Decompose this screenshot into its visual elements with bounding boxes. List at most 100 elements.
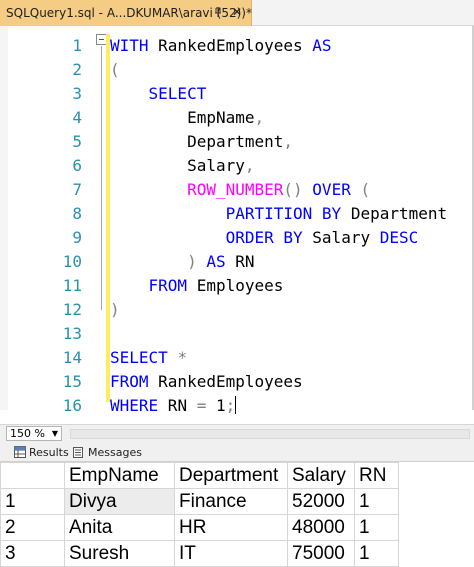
code-token: ROW_NUMBER [187, 180, 284, 199]
code-token: , [254, 108, 265, 127]
code-line[interactable]: ) AS RN [110, 250, 255, 274]
close-icon[interactable]: ✕ [229, 4, 245, 20]
code-line[interactable]: SELECT [110, 82, 207, 106]
code-line[interactable]: ORDER BY Salary DESC [110, 226, 419, 250]
code-line[interactable]: Department, [110, 130, 293, 154]
table-cell[interactable]: 1 [354, 514, 399, 541]
line-number: 1 [72, 36, 82, 55]
sql-editor[interactable]: 1 2 3 4 5 6 7 8 9 10 11 12 13 14 15 16 WITH RankedEmplo… [0, 26, 474, 415]
code-token: ) [110, 300, 120, 319]
results-tab-strip: Results Messages [0, 442, 474, 462]
header-row: EmpName Department Salary RN [0, 462, 399, 489]
column-header-department[interactable]: Department [174, 462, 288, 489]
code-line[interactable]: ROW_NUMBER() OVER ( [110, 178, 370, 202]
code-token: 1 [206, 396, 226, 415]
pin-icon[interactable] [211, 5, 225, 19]
line-number: 5 [72, 132, 82, 151]
line-number: 13 [62, 324, 82, 343]
line-number: 6 [72, 156, 82, 175]
row-number-header[interactable] [0, 462, 65, 489]
code-token: * [177, 348, 188, 367]
code-token: , [244, 156, 255, 175]
column-header-empname[interactable]: EmpName [64, 462, 175, 489]
code-token: Department [110, 132, 284, 151]
row-number-cell[interactable]: 2 [0, 514, 65, 541]
code-token: DESC [379, 228, 419, 247]
line-number: 16 [62, 396, 82, 415]
zoom-value: 150 % [10, 427, 45, 440]
code-line[interactable]: WHERE RN = 1; [110, 394, 237, 418]
column-header-rn[interactable]: RN [354, 462, 399, 489]
line-number: 10 [62, 252, 82, 271]
code-token: ORDER BY [225, 228, 303, 247]
code-token: PARTITION BY [225, 204, 342, 223]
line-number: 4 [72, 108, 82, 127]
tab-results-label: Results [29, 445, 69, 459]
table-cell[interactable]: Suresh [64, 540, 175, 567]
zoom-dropdown[interactable]: 150 % ▼ [6, 426, 62, 441]
chevron-down-icon: ▼ [51, 429, 58, 438]
table-cell[interactable]: IT [174, 540, 288, 567]
document-tab-bar: SQLQuery1.sql - A...DKUMAR\aravi (52))* … [0, 0, 474, 26]
code-line[interactable]: FROM RankedEmployees [110, 370, 303, 394]
code-token: RN [225, 252, 255, 271]
code-token: AS [312, 36, 332, 55]
table-cell[interactable]: Divya [64, 488, 175, 515]
code-token: () [283, 180, 303, 199]
tab-results[interactable]: Results [14, 442, 69, 462]
code-token: WHERE [110, 396, 159, 415]
code-line[interactable]: FROM Employees [110, 274, 284, 298]
table-cell[interactable]: 75000 [287, 540, 355, 567]
code-token: Salary [302, 228, 380, 247]
table-cell[interactable]: 52000 [287, 488, 355, 515]
code-token: Employees [187, 276, 284, 295]
tab-messages[interactable]: Messages [73, 442, 142, 462]
table-cell[interactable]: Anita [64, 514, 175, 541]
row-number-cell[interactable]: 3 [0, 540, 65, 567]
table-cell[interactable]: 1 [354, 540, 399, 567]
code-token: = [196, 396, 207, 415]
table-cell[interactable]: 1 [354, 488, 399, 515]
code-token: OVER [312, 180, 351, 199]
table-row[interactable]: 2 Anita HR 48000 1 [0, 514, 399, 541]
table-row[interactable]: 1 Divya Finance 52000 1 [0, 488, 399, 515]
line-number: 3 [72, 84, 82, 103]
row-number-cell[interactable]: 1 [0, 488, 65, 515]
code-token: Salary [110, 156, 245, 175]
text-caret [235, 396, 237, 414]
code-line[interactable]: Salary, [110, 154, 255, 178]
code-line[interactable]: EmpName, [110, 106, 264, 130]
line-number: 9 [72, 228, 82, 247]
column-header-salary[interactable]: Salary [287, 462, 355, 489]
selection-margin [0, 26, 8, 410]
code-token: AS [206, 252, 226, 271]
code-line[interactable]: PARTITION BY Department [110, 202, 448, 226]
query-tab[interactable]: SQLQuery1.sql - A...DKUMAR\aravi (52))* … [0, 0, 252, 26]
results-table: EmpName Department Salary RN 1 Divya Fin… [0, 462, 399, 567]
horizontal-scrollbar[interactable] [70, 429, 470, 439]
code-token: , [283, 132, 294, 151]
grid-icon [14, 446, 26, 458]
code-line[interactable]: ) [110, 298, 120, 322]
table-cell[interactable]: 48000 [287, 514, 355, 541]
line-number: 14 [62, 348, 82, 367]
code-line[interactable]: ( [110, 58, 120, 82]
code-line[interactable]: SELECT * [110, 346, 187, 370]
results-grid[interactable]: EmpName Department Salary RN 1 Divya Fin… [0, 462, 474, 567]
table-cell[interactable]: HR [174, 514, 288, 541]
table-row[interactable]: 3 Suresh IT 75000 1 [0, 540, 399, 567]
table-cell[interactable]: Finance [174, 488, 288, 515]
code-token: ; [225, 396, 236, 415]
code-token: FROM [110, 372, 149, 391]
code-token: Department [341, 204, 448, 223]
code-line[interactable]: WITH RankedEmployees AS [110, 34, 332, 58]
line-number: 2 [72, 60, 82, 79]
